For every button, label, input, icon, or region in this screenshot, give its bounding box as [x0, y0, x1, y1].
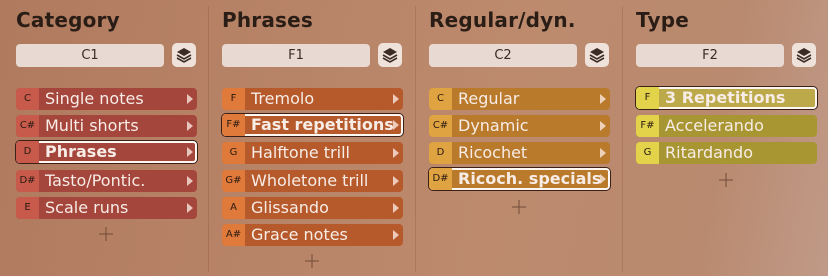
key-selector[interactable]: C2	[429, 44, 577, 67]
layers-button[interactable]	[792, 43, 816, 67]
column-regular-dyn: Regular/dyn. C2 C Regular C# Dynamic D R…	[429, 0, 619, 276]
list-item-tremolo[interactable]: F Tremolo	[222, 88, 403, 110]
key-label: D#	[16, 170, 39, 192]
add-item-button[interactable]	[718, 172, 734, 188]
list-item-halftone-trill[interactable]: G Halftone trill	[222, 142, 403, 164]
chevron-right-icon	[393, 176, 399, 186]
column-title: Category	[16, 8, 120, 32]
key-label: C	[16, 88, 39, 110]
key-label: G	[222, 142, 245, 164]
key-label: C#	[16, 115, 39, 137]
item-label: Ritardando	[665, 143, 753, 162]
item-label: Ricochet	[458, 143, 528, 162]
layers-icon	[589, 48, 605, 63]
layers-icon	[796, 48, 812, 63]
key-label: G#	[222, 170, 245, 192]
column-type: Type F2 F 3 Repetitions F# Accelerando G…	[636, 0, 826, 276]
key-label: F#	[222, 114, 245, 136]
chevron-right-icon	[187, 121, 193, 131]
column-title: Type	[636, 8, 689, 32]
layers-icon	[382, 48, 398, 63]
item-label: Tasto/Pontic.	[45, 171, 146, 190]
chevron-right-icon	[393, 148, 399, 158]
key-label: F	[222, 88, 245, 110]
item-label: Single notes	[45, 89, 144, 108]
key-selector[interactable]: F1	[222, 44, 370, 67]
add-item-button[interactable]	[98, 226, 114, 242]
chevron-right-icon	[393, 230, 399, 240]
list-item-phrases[interactable]: D Phrases	[16, 141, 197, 163]
column-phrases: Phrases F1 F Tremolo F# Fast repetitions…	[222, 0, 412, 276]
chevron-right-icon	[393, 120, 399, 130]
key-selector[interactable]: F2	[636, 44, 784, 67]
item-label: Ricoch. specials	[458, 169, 602, 188]
list-item-dynamic[interactable]: C# Dynamic	[429, 115, 610, 137]
chevron-right-icon	[187, 94, 193, 104]
column-category: Category C1 C Single notes C# Multi shor…	[16, 0, 206, 276]
list-item-wholetone-trill[interactable]: G# Wholetone trill	[222, 170, 403, 192]
add-item-button[interactable]	[304, 253, 320, 269]
chevron-right-icon	[600, 94, 606, 104]
key-selector[interactable]: C1	[16, 44, 164, 67]
list-item-3-repetitions[interactable]: F 3 Repetitions	[636, 87, 817, 109]
column-divider	[415, 6, 416, 272]
key-label: A	[222, 197, 245, 219]
key-label: E	[16, 197, 39, 219]
layers-icon	[176, 48, 192, 63]
item-label: Halftone trill	[251, 143, 350, 162]
layers-button[interactable]	[378, 43, 402, 67]
item-label: Dynamic	[458, 116, 529, 135]
add-item-button[interactable]	[511, 199, 527, 215]
item-label: 3 Repetitions	[665, 88, 786, 107]
item-label: Regular	[458, 89, 520, 108]
list-item-ricochet[interactable]: D Ricochet	[429, 142, 610, 164]
key-label: G	[636, 142, 659, 164]
key-label: C	[429, 88, 452, 110]
key-label: C#	[429, 115, 452, 137]
list-item-tasto-pontic[interactable]: D# Tasto/Pontic.	[16, 170, 197, 192]
column-title: Phrases	[222, 8, 314, 32]
item-label: Phrases	[45, 142, 117, 161]
key-label: F	[636, 87, 659, 109]
chevron-right-icon	[187, 176, 193, 186]
item-label: Scale runs	[45, 198, 129, 217]
chevron-right-icon	[187, 203, 193, 213]
item-label: Multi shorts	[45, 116, 139, 135]
key-label: A#	[222, 224, 245, 246]
chevron-right-icon	[600, 148, 606, 158]
chevron-right-icon	[393, 94, 399, 104]
list-item-scale-runs[interactable]: E Scale runs	[16, 197, 197, 219]
chevron-right-icon	[600, 174, 606, 184]
item-label: Fast repetitions	[251, 115, 394, 134]
item-label: Tremolo	[251, 89, 315, 108]
column-divider	[208, 6, 209, 272]
list-item-glissando[interactable]: A Glissando	[222, 197, 403, 219]
list-item-ritardando[interactable]: G Ritardando	[636, 142, 817, 164]
list-item-accelerando[interactable]: F# Accelerando	[636, 115, 817, 137]
column-title: Regular/dyn.	[429, 8, 576, 32]
list-item-fast-repetitions[interactable]: F# Fast repetitions	[222, 114, 403, 136]
key-label: D	[429, 142, 452, 164]
list-item-single-notes[interactable]: C Single notes	[16, 88, 197, 110]
list-item-regular[interactable]: C Regular	[429, 88, 610, 110]
column-divider	[622, 6, 623, 272]
layers-button[interactable]	[172, 43, 196, 67]
list-item-grace-notes[interactable]: A# Grace notes	[222, 224, 403, 246]
chevron-right-icon	[393, 203, 399, 213]
item-label: Grace notes	[251, 225, 348, 244]
key-label: F#	[636, 115, 659, 137]
list-item-multi-shorts[interactable]: C# Multi shorts	[16, 115, 197, 137]
key-label: D#	[429, 168, 452, 190]
chevron-right-icon	[600, 121, 606, 131]
layers-button[interactable]	[585, 43, 609, 67]
chevron-right-icon	[187, 147, 193, 157]
item-label: Accelerando	[665, 116, 764, 135]
item-label: Glissando	[251, 198, 329, 217]
key-label: D	[16, 141, 39, 163]
list-item-ricoch-specials[interactable]: D# Ricoch. specials	[429, 168, 610, 190]
item-label: Wholetone trill	[251, 171, 369, 190]
